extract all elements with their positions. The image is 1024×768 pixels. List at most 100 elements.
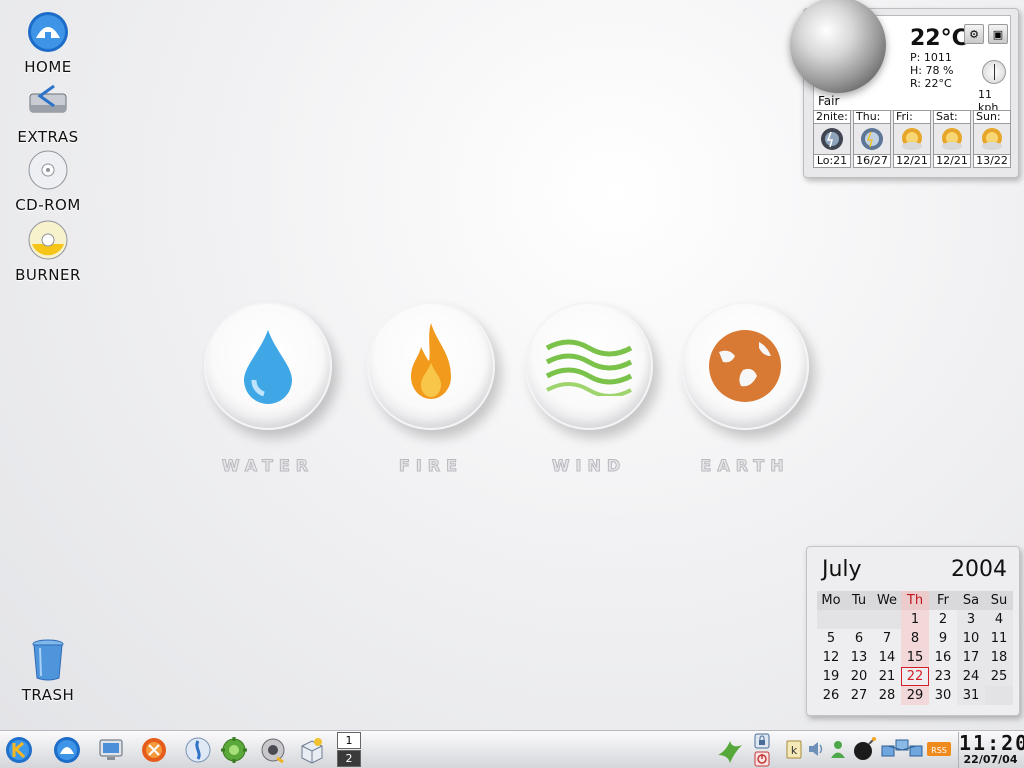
calendar-day[interactable]: 8 xyxy=(901,629,929,648)
calendar-weekday: Fr xyxy=(929,591,957,610)
settings-launcher[interactable] xyxy=(219,735,249,765)
calendar-day[interactable]: 11 xyxy=(985,629,1013,648)
calendar-day[interactable]: 22 xyxy=(901,667,929,686)
emblem-fire: FIRE xyxy=(366,302,496,476)
emblem-caption: FIRE xyxy=(398,456,464,476)
home-icon xyxy=(54,737,80,763)
weather-settings-button[interactable]: ⚙ xyxy=(964,24,984,44)
clock-date: 22/07/04 xyxy=(963,753,1018,766)
bird-icon[interactable] xyxy=(716,735,744,765)
home-launcher[interactable] xyxy=(52,735,82,765)
calendar-day[interactable]: 27 xyxy=(845,686,873,705)
audio-launcher[interactable] xyxy=(258,735,288,765)
bomb-icon[interactable] xyxy=(852,737,878,760)
calendar-day[interactable]: 15 xyxy=(901,648,929,667)
calendar-day[interactable]: 23 xyxy=(929,667,957,686)
calendar-day[interactable]: 1 xyxy=(901,610,929,629)
storm-day-icon xyxy=(853,124,891,154)
emblem-caption: EARTH xyxy=(700,456,790,476)
calendar-weekday: Th xyxy=(901,591,929,610)
calendar-widget[interactable]: July 2004 Mo Tu We Th Fr Sa Su 1 2 3 4 5 6 7 8 9 10 11 12 1… xyxy=(806,546,1020,716)
weather-real-feel: R: 22°C xyxy=(910,77,952,90)
clock-time: 11:20 xyxy=(959,731,1024,755)
pager-desktop-1[interactable]: 1 xyxy=(337,732,361,749)
browser-launcher[interactable] xyxy=(139,735,169,765)
calendar-day[interactable]: 30 xyxy=(929,686,957,705)
calendar-day[interactable]: 5 xyxy=(817,629,845,648)
calendar-day[interactable]: 19 xyxy=(817,667,845,686)
rss-icon[interactable]: RSS xyxy=(926,739,952,759)
calendar-day[interactable]: 28 xyxy=(873,686,901,705)
calendar-day[interactable]: 4 xyxy=(985,610,1013,629)
forecast-day: Sat: 12/21 xyxy=(933,110,971,168)
forecast-day: 2nite: Lo:21 xyxy=(813,110,851,168)
speaker-icon xyxy=(261,738,285,764)
taskbar-clock[interactable]: 11:20 22/07/04 xyxy=(958,731,1024,768)
logout-button[interactable] xyxy=(752,750,772,767)
calendar-day[interactable]: 21 xyxy=(873,667,901,686)
calendar-day[interactable]: 14 xyxy=(873,648,901,667)
calendar-day[interactable]: 18 xyxy=(985,648,1013,667)
emblem-water: WATER xyxy=(203,302,333,476)
weather-report-button[interactable]: ▣ xyxy=(988,24,1008,44)
package-launcher[interactable] xyxy=(297,735,327,765)
forecast-day-name: Sat: xyxy=(933,110,971,124)
pager-desktop-2[interactable]: 2 xyxy=(337,750,361,767)
drive-icon xyxy=(24,78,72,126)
desktop-icon-cdrom[interactable]: CD-ROM xyxy=(0,146,96,214)
calendar-weekday: Mo xyxy=(817,591,845,610)
globe-icon xyxy=(709,330,781,402)
calendar-day[interactable]: 7 xyxy=(873,629,901,648)
desktop-icon-home[interactable]: HOME xyxy=(0,8,96,76)
weather-condition: Fair xyxy=(818,94,840,108)
svg-text:RSS: RSS xyxy=(931,746,947,755)
desktop-icon-trash[interactable]: TRASH xyxy=(0,636,96,704)
calendar-day[interactable]: 13 xyxy=(845,648,873,667)
calendar-day[interactable]: 24 xyxy=(957,667,985,686)
weather-forecast: 2nite: Lo:21 Thu: 16/27 Fri: 12/21 Sat: xyxy=(813,110,1011,168)
calendar-day[interactable]: 25 xyxy=(985,667,1013,686)
calendar-week-row: 19 20 21 22 23 24 25 xyxy=(817,667,1013,686)
calendar-day[interactable]: 12 xyxy=(817,648,845,667)
kde-menu-button[interactable] xyxy=(4,735,34,765)
calendar-empty-cell xyxy=(985,686,1013,705)
user-icon[interactable] xyxy=(828,739,848,759)
calendar-day[interactable]: 17 xyxy=(957,648,985,667)
calendar-day[interactable]: 9 xyxy=(929,629,957,648)
calendar-day[interactable]: 2 xyxy=(929,610,957,629)
calendar-empty-cell xyxy=(845,610,873,629)
calendar-day[interactable]: 20 xyxy=(845,667,873,686)
display-launcher[interactable] xyxy=(96,735,126,765)
calendar-empty-cell xyxy=(873,610,901,629)
calendar-day[interactable]: 29 xyxy=(901,686,929,705)
desktop-icon-label: EXTRAS xyxy=(17,128,79,146)
svg-text:k: k xyxy=(791,744,798,757)
calendar-day[interactable]: 3 xyxy=(957,610,985,629)
konqueror-launcher[interactable] xyxy=(183,735,213,765)
desktop-icon-burner[interactable]: BURNER xyxy=(0,216,96,284)
calendar-day[interactable]: 31 xyxy=(957,686,985,705)
calendar-day[interactable]: 10 xyxy=(957,629,985,648)
calendar-weekday: Su xyxy=(985,591,1013,610)
volume-icon[interactable] xyxy=(806,739,826,759)
emblem-caption: WIND xyxy=(551,456,627,476)
calendar-year: 2004 xyxy=(951,557,1007,582)
desktop-icon-extras[interactable]: EXTRAS xyxy=(0,78,96,146)
mozilla-icon xyxy=(142,738,166,762)
lock-screen-button[interactable] xyxy=(752,732,772,749)
weather-widget[interactable]: 22°C ⚙ ▣ P: 1011 H: 78 % R: 22°C 11 kph … xyxy=(790,0,1019,178)
desktop-icon-label: HOME xyxy=(24,58,72,76)
monitor-icon xyxy=(99,739,123,760)
forecast-day-name: Sun: xyxy=(973,110,1011,124)
calendar-day[interactable]: 6 xyxy=(845,629,873,648)
calendar-empty-cell xyxy=(817,610,845,629)
klipper-icon[interactable]: k xyxy=(784,739,804,759)
desktop-icon-label: TRASH xyxy=(21,686,75,704)
kde-menu-icon xyxy=(6,737,32,763)
calendar-day[interactable]: 16 xyxy=(929,648,957,667)
calendar-day[interactable]: 26 xyxy=(817,686,845,705)
cdrom-icon xyxy=(24,146,72,194)
network-icon[interactable] xyxy=(880,739,924,759)
trash-icon xyxy=(24,636,72,684)
forecast-day-name: Fri: xyxy=(893,110,931,124)
